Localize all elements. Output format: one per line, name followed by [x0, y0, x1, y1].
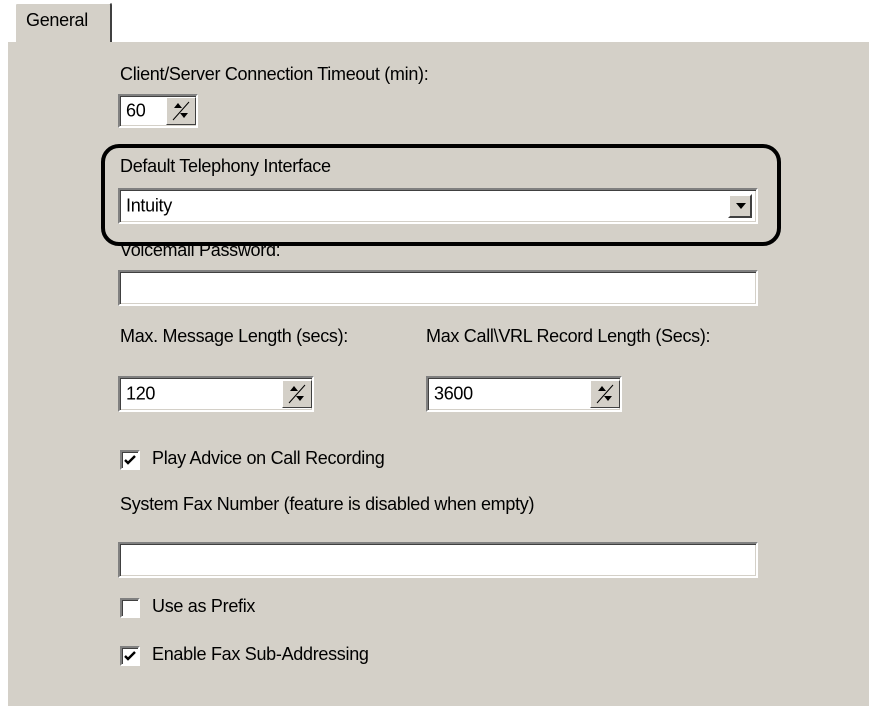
voicemail-password-field[interactable] [118, 270, 758, 306]
play-advice-label: Play Advice on Call Recording [152, 448, 385, 468]
timeout-spinner-field[interactable]: 60 [118, 94, 198, 128]
checkmark-icon [124, 651, 136, 661]
play-advice-checkbox[interactable] [120, 450, 140, 470]
fax-label: System Fax Number (feature is disabled w… [120, 494, 535, 514]
up-down-arrows-icon [596, 384, 614, 404]
telephony-dropdown-button[interactable] [728, 194, 752, 218]
max-call-label: Max Call\VRL Record Length (Secs): [426, 326, 711, 346]
max-message-spinner-button[interactable] [282, 380, 312, 408]
telephony-combobox[interactable]: Intuity [118, 188, 758, 224]
fax-number-field[interactable] [118, 542, 758, 578]
max-call-spinner-field[interactable]: 3600 [426, 376, 622, 412]
max-message-label: Max. Message Length (secs): [120, 326, 349, 346]
general-panel: Client/Server Connection Timeout (min): … [6, 40, 869, 706]
up-down-arrows-icon [172, 101, 190, 121]
telephony-value: Intuity [126, 195, 172, 216]
max-call-value: 3600 [434, 383, 473, 404]
tab-general[interactable]: General [14, 2, 112, 42]
max-message-spinner-field[interactable]: 120 [118, 376, 314, 412]
timeout-value: 60 [126, 100, 146, 121]
max-message-value: 120 [126, 383, 156, 404]
use-prefix-label: Use as Prefix [152, 596, 256, 616]
voicemail-label: Voicemail Password: [120, 240, 281, 260]
fax-sub-label: Enable Fax Sub-Addressing [152, 644, 369, 664]
timeout-spinner-button[interactable] [166, 97, 196, 125]
max-call-spinner-button[interactable] [590, 380, 620, 408]
timeout-label: Client/Server Connection Timeout (min): [120, 64, 429, 84]
tab-general-label: General [26, 10, 88, 30]
checkmark-icon [124, 455, 136, 465]
use-prefix-checkbox[interactable] [120, 598, 140, 618]
telephony-label: Default Telephony Interface [120, 156, 331, 176]
down-arrow-icon [736, 203, 746, 209]
fax-sub-checkbox[interactable] [120, 646, 140, 666]
up-down-arrows-icon [288, 384, 306, 404]
